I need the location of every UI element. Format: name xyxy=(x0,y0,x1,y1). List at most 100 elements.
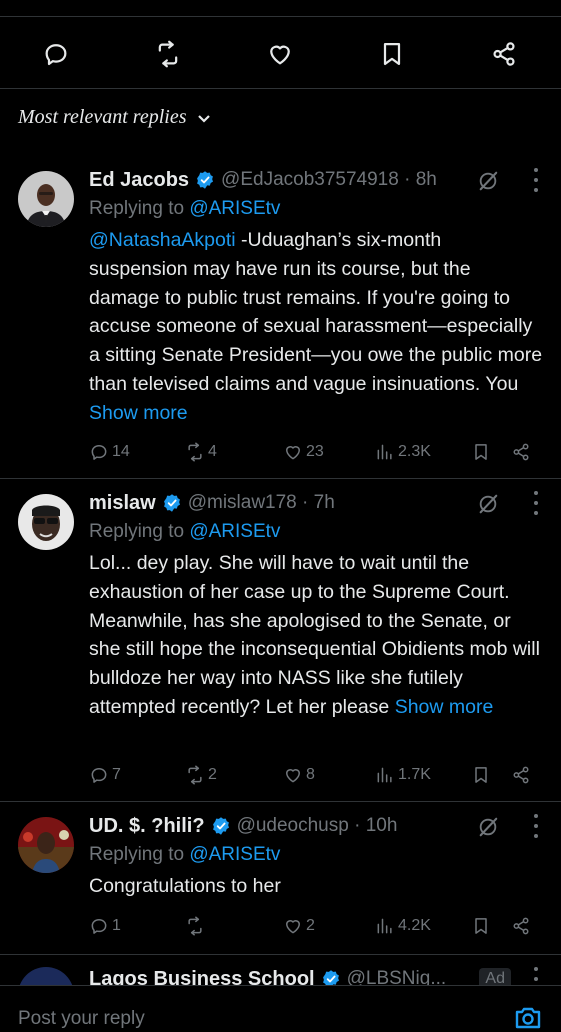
views-button[interactable]: 1.7K xyxy=(375,765,431,785)
user-name[interactable]: mislaw xyxy=(89,492,156,515)
share-button[interactable] xyxy=(488,38,520,70)
divider xyxy=(0,801,561,802)
reply-item[interactable]: UD. $. ?hili? @udeochusp · 10h Replying … xyxy=(0,812,561,952)
views-icon xyxy=(377,918,392,934)
reply-count: 7 xyxy=(112,766,121,783)
reply-count-button[interactable]: 7 xyxy=(89,765,121,785)
user-handle-time[interactable]: @mislaw178 · 7h xyxy=(188,492,335,514)
sort-label: Most relevant replies xyxy=(18,106,187,128)
like-icon xyxy=(270,45,290,65)
avatar[interactable] xyxy=(18,494,74,550)
show-more-link[interactable]: Show more xyxy=(89,402,188,424)
avatar[interactable] xyxy=(18,171,74,227)
top-divider xyxy=(0,16,561,17)
like-button[interactable] xyxy=(264,38,296,70)
share-icon xyxy=(513,766,529,784)
reply-count-button[interactable]: 14 xyxy=(89,442,130,462)
view-count: 1.7K xyxy=(398,766,431,783)
divider xyxy=(0,954,561,955)
views-button[interactable]: 4.2K xyxy=(375,916,431,936)
user-name[interactable]: Ed Jacobs xyxy=(89,169,189,192)
bookmark-icon xyxy=(383,42,401,66)
views-icon xyxy=(377,444,392,460)
retweet-icon xyxy=(158,40,178,68)
like-count-button[interactable]: 2 xyxy=(283,916,315,936)
more-options-icon[interactable] xyxy=(533,491,539,515)
user-handle-time[interactable]: @EdJacob37574918 · 8h xyxy=(221,169,437,191)
reply-input[interactable]: Post your reply xyxy=(18,1008,145,1030)
reply-metrics: 14 4 23 2.3K xyxy=(89,442,543,466)
camera-icon[interactable] xyxy=(513,1002,543,1032)
retweet-button[interactable] xyxy=(152,38,184,70)
share-button[interactable] xyxy=(511,916,531,936)
more-options-icon[interactable] xyxy=(533,168,539,192)
bookmark-button[interactable] xyxy=(376,38,408,70)
chevron-down-icon xyxy=(198,114,211,123)
bookmark-button[interactable] xyxy=(471,765,491,785)
reply-button[interactable] xyxy=(40,38,72,70)
show-more-link[interactable]: Show more xyxy=(395,696,494,718)
replying-to-mention[interactable]: @ARISEtv xyxy=(189,521,280,542)
replying-to: Replying to @ARISEtv xyxy=(89,198,281,219)
verified-badge-icon xyxy=(212,817,229,835)
reply-icon xyxy=(91,919,107,934)
user-handle-time[interactable]: @udeochusp · 10h xyxy=(237,815,398,837)
grok-icon[interactable] xyxy=(477,493,499,515)
replying-to-mention[interactable]: @ARISEtv xyxy=(189,844,280,865)
share-icon xyxy=(493,42,515,66)
avatar[interactable] xyxy=(18,817,74,873)
bookmark-icon xyxy=(475,918,487,934)
share-button[interactable] xyxy=(511,765,531,785)
mention-link[interactable]: @NatashaAkpoti xyxy=(89,229,236,251)
like-count: 8 xyxy=(306,766,315,783)
views-icon xyxy=(377,767,392,783)
replying-to-mention[interactable]: @ARISEtv xyxy=(189,198,280,219)
share-icon xyxy=(513,917,529,935)
repost-count: 2 xyxy=(208,766,217,783)
repost-count: 4 xyxy=(208,443,217,460)
more-options-icon[interactable] xyxy=(533,814,539,838)
bookmark-button[interactable] xyxy=(471,442,491,462)
reply-icon xyxy=(91,768,107,783)
retweet-icon xyxy=(188,765,202,785)
reply-metrics: 7 2 8 1.7K xyxy=(89,765,543,789)
divider xyxy=(0,478,561,479)
view-count: 2.3K xyxy=(398,443,431,460)
sort-replies-dropdown[interactable]: Most relevant replies xyxy=(18,106,212,129)
like-icon xyxy=(286,920,300,934)
reply-composer: Post your reply xyxy=(0,985,561,1029)
bookmark-icon xyxy=(475,444,487,460)
bookmark-icon xyxy=(475,767,487,783)
user-name[interactable]: UD. $. ?hili? xyxy=(89,815,205,838)
grok-icon[interactable] xyxy=(477,170,499,192)
repost-count-button[interactable] xyxy=(185,916,208,936)
grok-icon[interactable] xyxy=(477,816,499,838)
retweet-icon xyxy=(188,442,202,462)
like-count: 2 xyxy=(306,917,315,934)
reply-count: 14 xyxy=(112,443,130,460)
reply-count-button[interactable]: 1 xyxy=(89,916,121,936)
replying-to: Replying to @ARISEtv xyxy=(89,844,281,865)
share-button[interactable] xyxy=(511,442,531,462)
reply-text: Congratulations to her xyxy=(89,875,281,897)
views-button[interactable]: 2.3K xyxy=(375,442,431,462)
verified-badge-icon xyxy=(163,494,180,512)
bookmark-button[interactable] xyxy=(471,916,491,936)
retweet-icon xyxy=(188,916,202,936)
repost-count-button[interactable]: 4 xyxy=(185,442,217,462)
like-icon xyxy=(286,769,300,783)
reply-item[interactable]: mislaw @mislaw178 · 7h Replying to @ARIS… xyxy=(0,489,561,795)
view-count: 4.2K xyxy=(398,917,431,934)
replying-to: Replying to @ARISEtv xyxy=(89,521,281,542)
tweet-action-bar xyxy=(0,26,561,80)
reply-item[interactable]: Ed Jacobs @EdJacob37574918 · 8h Replying… xyxy=(0,166,561,472)
like-count-button[interactable]: 8 xyxy=(283,765,315,785)
like-count-button[interactable]: 23 xyxy=(283,442,324,462)
reply-metrics: 1 2 4.2K xyxy=(89,916,543,940)
reply-text: Lol... dey play. She will have to wait u… xyxy=(89,552,540,718)
share-icon xyxy=(513,443,529,461)
divider xyxy=(0,88,561,89)
reply-icon xyxy=(45,44,67,66)
repost-count-button[interactable]: 2 xyxy=(185,765,217,785)
like-count: 23 xyxy=(306,443,324,460)
